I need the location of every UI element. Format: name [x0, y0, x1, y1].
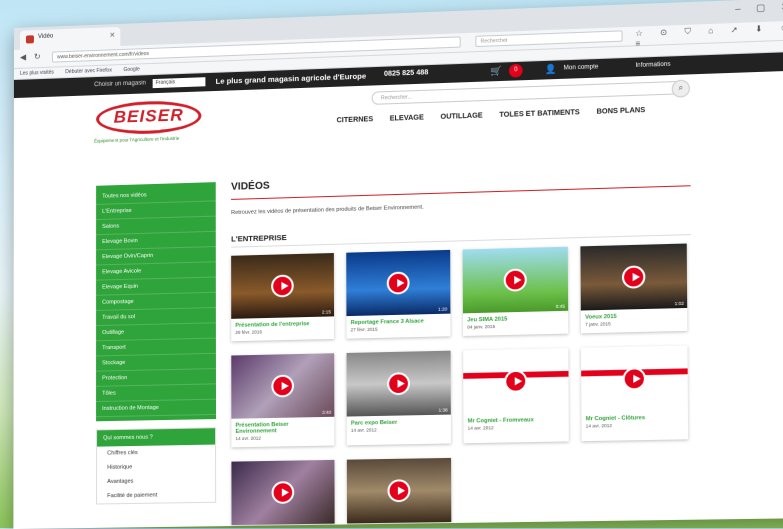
site-search-input[interactable]: Rechercher...	[371, 80, 687, 105]
video-thumbnail[interactable]: 1:38	[346, 350, 451, 417]
video-card[interactable]: 1:05 Mr Cogniet - Clôtures 14 avr. 2012	[581, 345, 689, 442]
page-intro: Retrouvez les vidéos de présentation des…	[231, 204, 424, 217]
site-favicon-icon	[25, 35, 34, 44]
bookmark-item[interactable]: Les plus visités	[20, 70, 54, 77]
play-icon[interactable]	[504, 369, 528, 393]
video-card[interactable]	[231, 459, 335, 526]
video-card[interactable]: 1:20 Reportage France 3 Alsace 27 févr. …	[346, 249, 451, 339]
video-categories: Toutes nos vidéos L'Entreprise Salons El…	[96, 182, 217, 422]
video-thumbnail[interactable]: 0:45	[462, 246, 569, 314]
desktop-background: Vidéo ✕ – ▢ ✕ ◀ ↻ www.beiser-environneme…	[0, 0, 783, 529]
store-label: Choisir un magasin	[94, 80, 146, 89]
close-tab-icon[interactable]: ✕	[109, 31, 115, 39]
main-content: VIDÉOS Retrouvez les vidéos de présentat…	[231, 167, 693, 526]
video-grid: 2:15 Présentation de l'entreprise 29 fév…	[231, 243, 693, 526]
logo-text: BEISER	[113, 105, 184, 127]
nav-item-bons-plans[interactable]: BONS PLANS	[597, 107, 646, 116]
sidebar: Toutes nos vidéos L'Entreprise Salons El…	[96, 182, 217, 505]
beiser-logo[interactable]: BEISER	[96, 99, 202, 136]
nav-item-citernes[interactable]: CITERNES	[337, 116, 374, 124]
user-icon[interactable]: 👤	[545, 64, 557, 76]
nav-item-toles[interactable]: TOLES ET BATIMENTS	[499, 109, 579, 119]
browser-window: Vidéo ✕ – ▢ ✕ ◀ ↻ www.beiser-environneme…	[13, 0, 783, 529]
reload-icon[interactable]: ↻	[34, 52, 41, 61]
nav-item-elevage[interactable]: ELEVAGE	[390, 114, 424, 122]
video-duration: 0:45	[555, 303, 565, 310]
sidebar-item[interactable]: Instruction de Montage	[96, 399, 217, 418]
phone-number: 0825 825 488	[383, 69, 429, 78]
video-card[interactable]: 2:15 Présentation de l'entreprise 29 fév…	[231, 253, 335, 342]
video-card[interactable]	[346, 457, 452, 524]
video-thumbnail[interactable]: 1:05	[581, 345, 688, 413]
my-account-link[interactable]: Mon compte	[564, 64, 599, 71]
video-date: 14 avr. 2012	[235, 435, 261, 442]
video-card[interactable]: 1:02 Voeux 2015 7 janv. 2015	[580, 243, 688, 334]
video-duration: 1:12	[556, 405, 566, 411]
video-thumbnail[interactable]: 1:02	[580, 243, 688, 311]
video-date: 14 avr. 2012	[585, 422, 613, 429]
video-thumbnail[interactable]	[346, 457, 452, 524]
language-select[interactable]: Français	[152, 77, 206, 89]
video-card[interactable]: 1:12 Mr Cogniet - Fromveaux 14 avr. 2012	[463, 348, 569, 444]
video-duration: 1:02	[674, 300, 684, 307]
video-date: 7 janv. 2015	[585, 321, 611, 327]
video-duration: 1:38	[438, 407, 448, 413]
video-date: 29 févr. 2016	[235, 329, 263, 336]
logo-tagline: Équipement pour l'Agriculture et l'Indus…	[94, 135, 180, 144]
site-slogan: Le plus grand magasin agricole d'Europe	[215, 71, 367, 86]
video-duration: 1:05	[675, 402, 685, 409]
video-duration: 2:15	[321, 309, 331, 315]
play-icon[interactable]	[271, 274, 294, 298]
window-controls[interactable]: – ▢ ✕	[735, 1, 783, 15]
about-item[interactable]: Facilité de paiement	[97, 487, 215, 503]
video-thumbnail[interactable]	[231, 459, 335, 526]
video-duration: 3:40	[322, 409, 332, 415]
bookmark-item[interactable]: Débuter avec Firefox	[65, 67, 112, 75]
play-icon[interactable]	[503, 268, 527, 292]
page-title: VIDÉOS	[231, 167, 691, 200]
video-title[interactable]: Présentation Beiser Environnement	[231, 417, 334, 436]
video-date: 27 févr. 2015	[350, 326, 378, 333]
video-date: 14 avr. 2012	[467, 425, 494, 431]
search-icon[interactable]: ⌕	[671, 79, 690, 98]
video-date: 14 avr. 2012	[350, 427, 377, 433]
play-icon[interactable]	[271, 481, 295, 504]
video-thumbnail[interactable]: 1:20	[346, 249, 451, 317]
play-icon[interactable]	[387, 372, 411, 396]
main-navigation: CITERNES ELEVAGE OUTILLAGE TOLES ET BATI…	[337, 106, 661, 124]
video-date: 04 janv. 2015	[467, 323, 496, 330]
play-icon[interactable]	[387, 479, 411, 503]
video-thumbnail[interactable]: 1:12	[463, 348, 569, 415]
video-card[interactable]: 3:40 Présentation Beiser Environnement 1…	[231, 353, 335, 448]
nav-item-outillage[interactable]: OUTILLAGE	[440, 112, 482, 121]
play-icon[interactable]	[271, 374, 294, 398]
video-card[interactable]: 0:45 Jeu SIMA 2015 04 janv. 2015	[462, 246, 569, 336]
video-card[interactable]: 1:38 Parc expo Beiser 14 avr. 2012	[346, 350, 451, 446]
play-icon[interactable]	[622, 367, 647, 391]
tab-title: Vidéo	[37, 33, 54, 41]
about-box: Qui sommes nous ? Chiffres clés Historiq…	[96, 427, 217, 505]
video-duration: 1:20	[438, 306, 448, 312]
cart-icon[interactable]: 🛒	[490, 66, 502, 78]
back-arrow-icon[interactable]: ◀	[20, 53, 26, 62]
video-thumbnail[interactable]: 2:15	[231, 253, 335, 319]
bookmark-item[interactable]: Google	[123, 66, 139, 73]
section-title: L'ENTREPRISE	[231, 221, 691, 248]
play-icon[interactable]	[386, 271, 410, 295]
browser-search-input[interactable]: Rechercher	[475, 30, 623, 48]
information-link[interactable]: Informations	[635, 62, 670, 69]
video-thumbnail[interactable]: 3:40	[231, 353, 335, 419]
play-icon[interactable]	[621, 265, 646, 289]
cart-count-badge[interactable]: 0	[508, 63, 523, 78]
